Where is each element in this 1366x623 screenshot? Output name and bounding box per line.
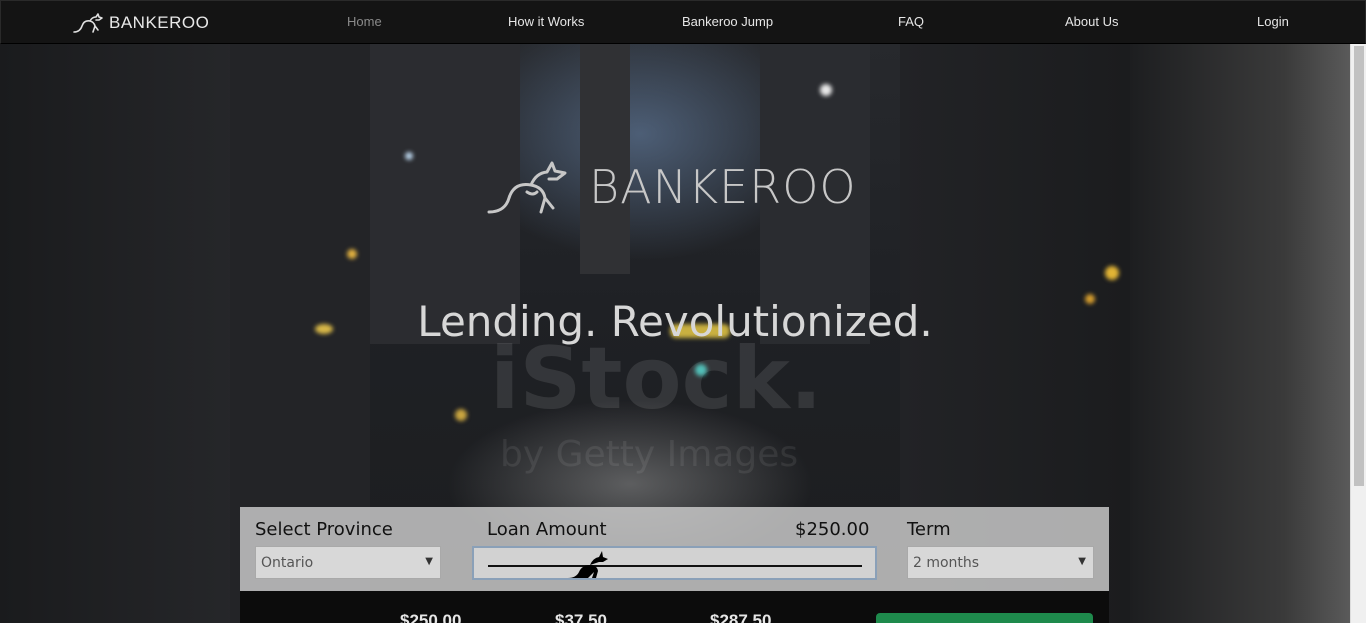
city-light <box>405 152 413 160</box>
scrollbar-thumb[interactable] <box>1354 46 1364 486</box>
loan-amount-value: $250.00 <box>795 519 870 540</box>
loan-summary-bar: $250.00 $37.50 $287.50 <box>240 591 1109 623</box>
page-scrollbar[interactable] <box>1350 44 1366 623</box>
stock-watermark-subtitle: by Getty Images <box>500 434 799 475</box>
kangaroo-icon[interactable] <box>566 548 612 580</box>
term-selected-value: 2 months <box>913 555 980 571</box>
city-light <box>455 409 467 421</box>
hero-logo: BANKEROO <box>487 158 857 216</box>
hero-brand-name: BANKEROO <box>589 160 857 214</box>
brand-logo-link[interactable]: BANKEROO <box>73 11 209 35</box>
loan-amount-label: Loan Amount <box>487 519 607 540</box>
summary-total: $287.50 <box>710 611 772 623</box>
kangaroo-icon <box>73 13 103 33</box>
province-select[interactable]: Ontario ▼ <box>255 546 441 579</box>
chevron-down-icon: ▼ <box>425 556 433 567</box>
nav-login[interactable]: Login <box>1257 14 1289 29</box>
nav-about-us[interactable]: About Us <box>1065 14 1118 29</box>
nav-home[interactable]: Home <box>347 14 382 29</box>
nav-bankeroo-jump[interactable]: Bankeroo Jump <box>682 14 773 29</box>
city-light <box>820 84 832 96</box>
hero-tagline: Lending. Revolutionized. <box>417 297 933 346</box>
top-navbar: BANKEROO Home How it Works Bankeroo Jump… <box>0 0 1366 44</box>
province-label: Select Province <box>255 519 393 540</box>
slider-track <box>488 565 862 567</box>
loan-calculator-panel: Select Province Ontario ▼ Loan Amount $2… <box>240 507 1109 591</box>
nav-faq[interactable]: FAQ <box>898 14 924 29</box>
city-light <box>347 249 357 259</box>
chevron-down-icon: ▼ <box>1078 556 1086 567</box>
brand-name: BANKEROO <box>109 13 210 32</box>
province-selected-value: Ontario <box>261 555 314 571</box>
nav-how-it-works[interactable]: How it Works <box>508 14 584 29</box>
loan-amount-slider[interactable] <box>472 546 877 580</box>
city-light <box>1105 266 1119 280</box>
term-select[interactable]: 2 months ▼ <box>907 546 1094 579</box>
summary-principal: $250.00 <box>400 611 462 623</box>
term-label: Term <box>907 519 951 540</box>
kangaroo-icon <box>487 161 567 214</box>
summary-fee: $37.50 <box>555 611 607 623</box>
apply-button[interactable] <box>876 613 1093 623</box>
